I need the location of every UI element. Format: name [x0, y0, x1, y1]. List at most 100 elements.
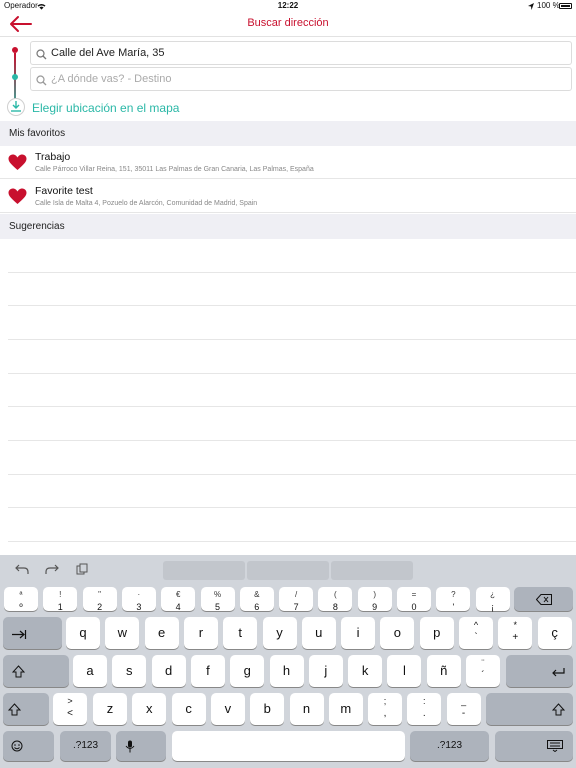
key-t[interactable]: t	[223, 617, 258, 649]
space-key[interactable]	[172, 731, 405, 761]
list-divider	[8, 406, 576, 407]
prediction-slot[interactable]	[331, 561, 413, 580]
shift-icon	[7, 703, 22, 719]
key-g[interactable]: g	[230, 655, 265, 687]
key[interactable]: ªº	[4, 587, 38, 612]
numbers-key[interactable]: .?123	[60, 731, 111, 761]
tab-key[interactable]	[3, 617, 62, 649]
destination-input[interactable]	[51, 68, 561, 90]
choose-on-map-button[interactable]: Elegir ubicación en el mapa	[0, 95, 576, 121]
key-p[interactable]: p	[419, 617, 454, 649]
search-icon	[36, 73, 47, 91]
key[interactable]: " 2	[82, 587, 117, 612]
emoji-icon	[11, 740, 23, 755]
redo-icon[interactable]	[45, 563, 61, 577]
key-d[interactable]: d	[151, 655, 186, 687]
key-label: d	[164, 663, 173, 678]
key-n[interactable]: n	[289, 693, 324, 725]
dictation-key[interactable]	[116, 731, 166, 761]
favorite-item[interactable]: Trabajo Calle Párroco Villar Reina, 151,…	[0, 146, 576, 179]
favorite-address: Calle Párroco Villar Reina, 151, 35011 L…	[35, 166, 314, 173]
key[interactable]: ¨ ´	[466, 655, 500, 687]
key-label: )	[373, 590, 377, 599]
map-pin-icon	[7, 98, 25, 116]
key-label: ;	[383, 696, 387, 706]
key-x[interactable]: x	[132, 693, 167, 725]
key-o[interactable]: o	[380, 617, 415, 649]
return-icon	[551, 666, 565, 681]
key-label: b	[263, 701, 271, 716]
list-divider	[8, 474, 576, 475]
key-j[interactable]: j	[308, 655, 343, 687]
list-divider	[8, 373, 576, 374]
key[interactable]: ;,	[368, 693, 402, 725]
key-l[interactable]: l	[387, 655, 422, 687]
shift-key[interactable]	[3, 693, 49, 725]
key-r[interactable]: r	[183, 617, 218, 649]
shift-key[interactable]	[486, 693, 573, 725]
key[interactable]: ¿ ¡	[475, 587, 510, 612]
key-w[interactable]: w	[105, 617, 140, 649]
key[interactable]: ) 9	[357, 587, 392, 612]
key[interactable]: * +	[498, 617, 533, 649]
numbers-key[interactable]: .?123	[410, 731, 489, 761]
key-k[interactable]: k	[348, 655, 383, 687]
key[interactable]: > <	[53, 693, 87, 725]
key[interactable]: % 5	[200, 587, 235, 612]
key[interactable]: /7	[279, 587, 314, 612]
prediction-slot[interactable]	[163, 561, 245, 580]
delete-key[interactable]	[514, 587, 573, 611]
key-f[interactable]: f	[190, 655, 225, 687]
key-b[interactable]: b	[250, 693, 285, 725]
key-z[interactable]: z	[93, 693, 127, 725]
key[interactable]: ? '	[436, 587, 471, 612]
key[interactable]: = 0	[397, 587, 431, 612]
favorite-item[interactable]: Favorite test Calle Isla de Malta 4, Poz…	[0, 180, 576, 213]
key-label: ¿	[490, 590, 496, 599]
key[interactable]: (8	[318, 587, 353, 612]
undo-icon[interactable]	[15, 563, 31, 577]
key-s[interactable]: s	[112, 655, 147, 687]
key[interactable]: :.	[407, 693, 442, 725]
key[interactable]: ^ `	[459, 617, 493, 649]
origin-input[interactable]	[51, 42, 561, 64]
shift-icon	[551, 703, 566, 719]
shift-key[interactable]	[3, 655, 69, 687]
key[interactable]: & 6	[239, 587, 274, 612]
key-label: ¨	[481, 658, 485, 668]
key-m[interactable]: m	[328, 693, 363, 725]
key-label: 3	[136, 602, 142, 612]
prediction-slot[interactable]	[247, 561, 329, 580]
dismiss-keyboard-key[interactable]	[495, 731, 573, 761]
key-y[interactable]: y	[262, 617, 297, 649]
key-label: f	[206, 663, 210, 678]
key-label: p	[433, 625, 441, 640]
key-h[interactable]: h	[269, 655, 304, 687]
paste-icon[interactable]	[76, 563, 92, 577]
key-v[interactable]: v	[210, 693, 245, 725]
key-i[interactable]: i	[341, 617, 376, 649]
key[interactable]: _ -	[446, 693, 481, 725]
return-key[interactable]	[506, 655, 573, 687]
key-a[interactable]: a	[73, 655, 107, 687]
status-bar: Operador 12:22 100 %	[0, 0, 576, 12]
key-ñ[interactable]: ñ	[426, 655, 461, 687]
key-c[interactable]: c	[171, 693, 206, 725]
key-q[interactable]: q	[66, 617, 100, 649]
key-label: ,	[383, 708, 387, 719]
key-label: ´	[481, 670, 485, 681]
key-e[interactable]: e	[144, 617, 179, 649]
key-label: ç	[551, 625, 558, 640]
list-divider	[8, 507, 576, 508]
destination-dot-icon	[12, 74, 18, 80]
origin-field[interactable]	[30, 41, 572, 65]
key[interactable]: €4	[161, 587, 196, 612]
emoji-key[interactable]	[3, 731, 54, 761]
key-u[interactable]: u	[301, 617, 336, 649]
list-divider	[8, 305, 576, 306]
key[interactable]: ç	[537, 617, 572, 649]
destination-field[interactable]	[30, 67, 572, 91]
key-label: ª	[19, 590, 23, 599]
key[interactable]: · 3	[121, 587, 156, 612]
key[interactable]: ! 1	[43, 587, 78, 612]
